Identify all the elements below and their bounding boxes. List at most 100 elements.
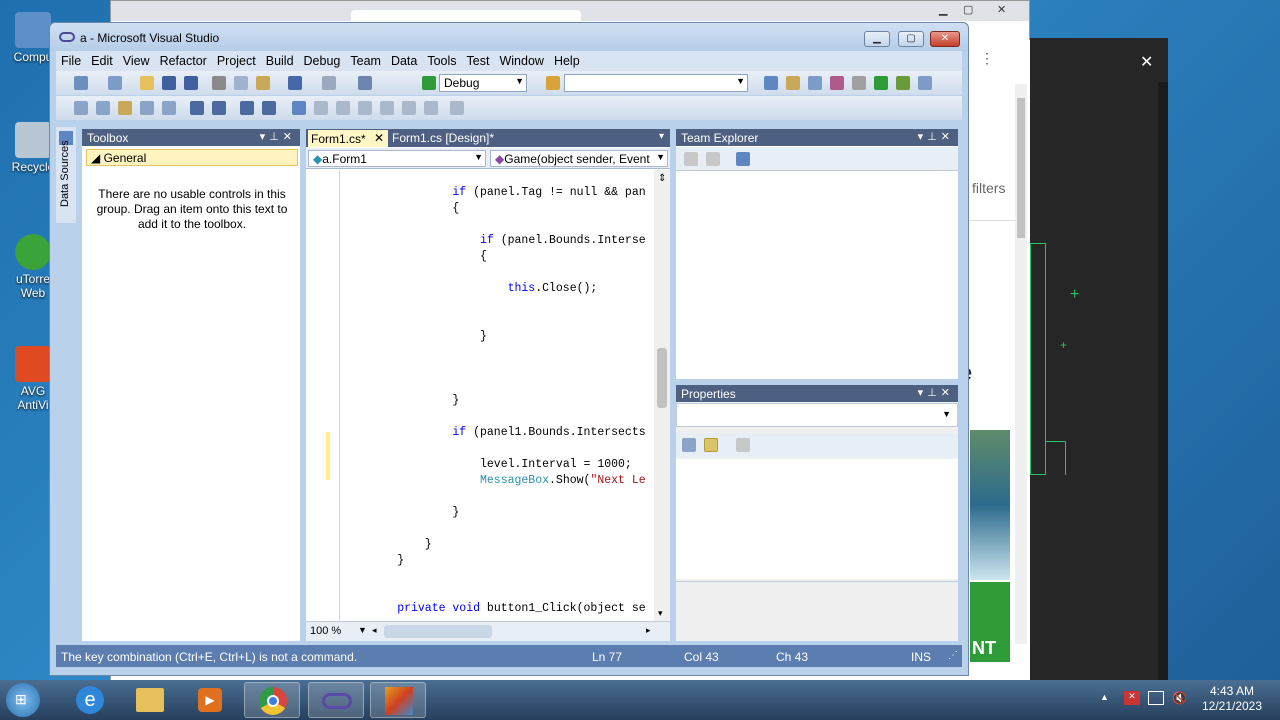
stop-icon[interactable] [706, 152, 720, 166]
code-line[interactable]: this.Close(); [508, 282, 598, 295]
filters-label[interactable]: filters [972, 180, 1005, 196]
close-button[interactable]: ✕ [930, 31, 960, 47]
menu-tools[interactable]: Tools [422, 51, 461, 68]
start-button[interactable]: ⊞ [6, 683, 40, 717]
property-grid[interactable] [676, 459, 958, 579]
add-existing-team-project-icon[interactable] [736, 152, 750, 166]
member-select[interactable]: ◆Game(object sender, Event ▼ [490, 150, 668, 167]
window-layout-icon[interactable] [918, 76, 932, 90]
properties-window-icon[interactable] [786, 76, 800, 90]
close-icon[interactable]: ✕ [374, 131, 384, 145]
close-icon[interactable]: ✕ [941, 131, 954, 143]
taskbar-visual-studio[interactable] [308, 682, 364, 718]
split-icon[interactable]: ⇕ [658, 173, 666, 184]
zoom-level[interactable]: 100 % [310, 625, 341, 637]
parameter-info-icon[interactable] [96, 101, 110, 115]
taskbar-chrome[interactable] [244, 682, 300, 718]
scrollbar-thumb[interactable] [1017, 98, 1025, 238]
start-debugging-icon[interactable] [422, 76, 436, 90]
close-icon[interactable]: ✕ [1140, 52, 1153, 72]
solution-configuration-select[interactable]: Debug ▼ [439, 74, 527, 92]
maximize-button[interactable]: ▢ [898, 31, 924, 47]
code-line[interactable]: } [397, 554, 404, 567]
code-line[interactable]: if (panel1.Bounds.Intersects [452, 426, 645, 439]
paste-icon[interactable] [256, 76, 270, 90]
previous-bookmark-icon[interactable] [314, 101, 328, 115]
team-explorer-icon[interactable] [896, 76, 910, 90]
menu-file[interactable]: File [56, 51, 86, 68]
toolbox-group-general[interactable]: ◢ General [86, 149, 298, 166]
volume-icon[interactable]: 🔇 [1172, 691, 1187, 705]
resize-grip-icon[interactable]: ⋰ [948, 650, 958, 661]
menu-team[interactable]: Team [345, 51, 386, 68]
menu-dots-icon[interactable]: ⋮ [980, 50, 994, 67]
pin-icon[interactable]: ⊥ [927, 131, 941, 143]
redo-icon[interactable] [322, 76, 336, 90]
find-combo[interactable]: ▼ [564, 74, 748, 92]
scroll-left-icon[interactable]: ◂ [372, 625, 377, 636]
class-select[interactable]: ◆a.Form1 ▼ [308, 150, 486, 167]
code-line[interactable]: if (panel.Bounds.Interse [480, 234, 646, 247]
pin-icon[interactable]: ⊥ [927, 387, 941, 399]
code-line[interactable]: MessageBox.Show("Next Le [480, 474, 646, 487]
open-file-icon[interactable] [140, 76, 154, 90]
taskbar-internet-explorer[interactable]: e [62, 682, 118, 718]
close-icon[interactable]: ✕ [941, 387, 954, 399]
clock[interactable]: 4:43 AM 12/21/2023 [1196, 684, 1268, 714]
next-bookmark-icon[interactable] [336, 101, 350, 115]
pin-icon[interactable]: ⊥ [269, 131, 283, 143]
start-page-icon[interactable] [874, 76, 888, 90]
menu-view[interactable]: View [118, 51, 155, 68]
menu-help[interactable]: Help [549, 51, 585, 68]
scroll-right-icon[interactable]: ▸ [646, 625, 651, 636]
close-icon[interactable]: ✕ [283, 131, 296, 143]
tools-icon[interactable] [852, 76, 866, 90]
maximize-icon[interactable]: ▢ [963, 3, 973, 16]
show-hidden-icons-icon[interactable]: ▲ [1100, 692, 1109, 702]
horizontal-scroll-thumb[interactable] [384, 625, 492, 638]
property-pages-icon[interactable] [736, 438, 750, 452]
tab-form1-cs[interactable]: Form1.cs* ✕ [308, 130, 388, 147]
code-line[interactable]: level.Interval = 1000; [480, 458, 632, 471]
menu-project[interactable]: Project [212, 51, 261, 68]
decrease-indent-icon[interactable] [190, 101, 204, 115]
previous-bookmark-folder-icon[interactable] [358, 101, 372, 115]
menu-test[interactable]: Test [462, 51, 495, 68]
dropdown-icon[interactable]: ▾ [918, 131, 928, 143]
minimize-button[interactable]: ▁ [864, 31, 890, 47]
cut-icon[interactable] [212, 76, 226, 90]
code-line[interactable]: } [452, 394, 459, 407]
previous-bookmark-document-icon[interactable] [402, 101, 416, 115]
data-sources-tab[interactable]: Data Sources [56, 127, 76, 223]
code-line[interactable]: } [480, 330, 487, 343]
next-bookmark-document-icon[interactable] [424, 101, 438, 115]
next-bookmark-folder-icon[interactable] [380, 101, 394, 115]
network-icon[interactable] [1148, 691, 1164, 705]
save-icon[interactable] [162, 76, 176, 90]
code-line[interactable]: { [452, 202, 459, 215]
refresh-icon[interactable] [684, 152, 698, 166]
thumbnail-image[interactable] [970, 430, 1010, 580]
dropdown-icon[interactable]: ▾ [260, 131, 270, 143]
taskbar-file-explorer[interactable] [122, 682, 178, 718]
object-select[interactable]: ▼ [676, 403, 958, 427]
indent-icon[interactable] [162, 101, 176, 115]
add-item-icon[interactable] [108, 76, 122, 90]
scrollbar[interactable] [1015, 84, 1027, 644]
display-object-members-icon[interactable] [74, 101, 88, 115]
quick-info-icon[interactable] [118, 101, 132, 115]
menu-window[interactable]: Window [494, 51, 548, 68]
tab-form1-design[interactable]: Form1.cs [Design]* [392, 131, 494, 145]
code-line[interactable]: } [452, 506, 459, 519]
uncomment-lines-icon[interactable] [262, 101, 276, 115]
toolbox-icon[interactable] [830, 76, 844, 90]
clear-bookmarks-icon[interactable] [450, 101, 464, 115]
code-area[interactable]: if (panel.Tag != null && pan {if (panel.B… [342, 170, 654, 621]
close-icon[interactable]: ✕ [997, 3, 1006, 16]
taskbar-media-player[interactable]: ▶ [182, 682, 238, 718]
menu-debug[interactable]: Debug [299, 51, 346, 68]
save-all-icon[interactable] [184, 76, 198, 90]
new-project-icon[interactable] [74, 76, 88, 90]
scroll-down-icon[interactable]: ▾ [658, 608, 663, 619]
code-line[interactable]: { [480, 250, 487, 263]
